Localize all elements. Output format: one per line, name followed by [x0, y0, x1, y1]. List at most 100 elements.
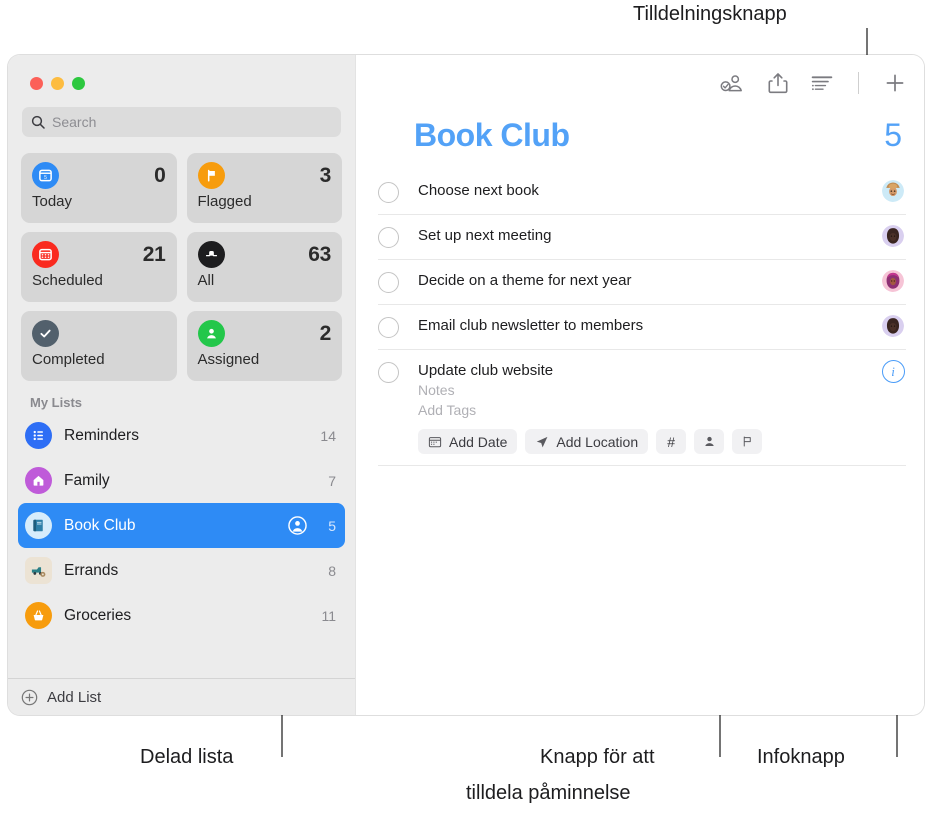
reminder-checkbox[interactable] — [378, 272, 399, 293]
avatar-dark-person-icon — [882, 315, 904, 337]
reminder-title: Email club newsletter to members — [418, 317, 644, 334]
page-title: Book Club — [414, 117, 570, 153]
reminder-checkbox[interactable] — [378, 182, 399, 203]
flag-outline-icon — [743, 436, 751, 447]
reminder-checkbox[interactable] — [378, 362, 399, 383]
search-field[interactable]: Search — [22, 107, 341, 137]
flag-icon — [197, 162, 225, 189]
sidebar-item-errands-count: 8 — [328, 562, 336, 579]
person-icon — [197, 320, 225, 347]
reminder-assignee[interactable] — [880, 270, 906, 292]
reminder-assignee[interactable] — [880, 180, 906, 202]
my-lists-header: My Lists — [30, 395, 83, 410]
sidebar-item-errands-label: Errands — [64, 561, 119, 579]
bullet-list-icon — [25, 422, 52, 449]
search-icon — [31, 115, 45, 129]
notes-field[interactable]: Notes — [418, 380, 880, 400]
annotation-info-button: Infoknapp — [757, 746, 845, 768]
sidebar-item-family-count: 7 — [328, 472, 336, 489]
smart-list-today[interactable]: 5 0 Today — [21, 153, 177, 223]
assign-toolbar-button[interactable] — [719, 72, 745, 94]
assign-reminder-button[interactable] — [694, 429, 725, 454]
reminder-title: Set up next meeting — [418, 227, 552, 244]
add-list-label: Add List — [47, 688, 102, 706]
annotation-shared-list: Delad lista — [140, 746, 234, 768]
annotation-assign-reminder-line2: tilldela påminnelse — [466, 782, 631, 804]
sidebar-item-groceries-label: Groceries — [64, 606, 132, 624]
flag-reminder-button[interactable] — [732, 429, 763, 454]
smart-list-scheduled-label: Scheduled — [32, 272, 103, 289]
smart-list-completed[interactable]: Completed — [21, 311, 177, 381]
main-content: Book Club 5 Choose next book Set up next… — [355, 55, 924, 715]
sidebar-item-family[interactable]: Family 7 — [18, 458, 345, 503]
smart-list-scheduled[interactable]: 21 Scheduled — [21, 232, 177, 302]
calendar-icon — [32, 241, 59, 268]
sidebar-item-reminders-label: Reminders — [64, 426, 139, 444]
sidebar-item-reminders[interactable]: Reminders 14 — [18, 413, 345, 458]
reminder-assignee[interactable] — [880, 315, 906, 337]
screenshot-root: Tilldelningsknapp Delad lista Knapp för … — [0, 0, 931, 814]
add-tag-button[interactable]: # — [656, 429, 687, 454]
add-reminder-button[interactable] — [884, 72, 906, 94]
smart-lists-grid: 5 0 Today 3 Flagged 21 Scheduled 63 All … — [21, 153, 342, 381]
smart-list-all[interactable]: 63 All — [186, 232, 342, 302]
reminder-info[interactable]: i — [880, 360, 906, 383]
user-lists: Reminders 14 Family 7 Book Club 5 Errand… — [8, 413, 355, 678]
smart-list-flagged[interactable]: 3 Flagged — [186, 153, 342, 223]
share-button[interactable] — [768, 72, 788, 94]
reminder-row[interactable]: Decide on a theme for next year — [378, 260, 906, 305]
toolbar-divider — [858, 72, 859, 94]
toolbar — [356, 55, 924, 111]
reminder-assignee[interactable] — [880, 225, 906, 247]
reminder-row-expanded[interactable]: Update club website Notes Add Tags Add D… — [378, 350, 906, 466]
add-date-label: Add Date — [449, 433, 508, 450]
reminder-checkbox[interactable] — [378, 227, 399, 248]
smart-list-today-count: 0 — [154, 163, 166, 187]
smart-list-all-count: 63 — [308, 242, 331, 266]
avatar-pink-person-icon — [882, 270, 904, 292]
book-icon — [25, 512, 52, 539]
smart-list-assigned[interactable]: 2 Assigned — [186, 311, 342, 381]
sidebar-item-book-club-label: Book Club — [64, 516, 136, 534]
add-list-button[interactable]: Add List — [8, 678, 355, 715]
checkmark-icon — [32, 320, 59, 347]
truck-icon — [25, 557, 52, 584]
smart-list-scheduled-count: 21 — [142, 242, 166, 266]
annotation-assign-reminder-line1: Knapp för att — [540, 746, 655, 768]
reminders-window: Search 5 0 Today 3 Flagged 21 Scheduled … — [8, 55, 924, 715]
sidebar-item-family-label: Family — [64, 471, 110, 489]
add-location-button[interactable]: Add Location — [525, 429, 649, 454]
sidebar-item-book-club[interactable]: Book Club 5 — [18, 503, 345, 548]
reminder-row[interactable]: Email club newsletter to members — [378, 305, 906, 350]
reminder-checkbox[interactable] — [378, 317, 399, 338]
smart-list-assigned-label: Assigned — [197, 351, 260, 368]
calendar-small-icon — [428, 436, 442, 447]
reminder-row[interactable]: Choose next book — [378, 170, 906, 215]
add-date-button[interactable]: Add Date — [418, 429, 518, 454]
person-small-icon — [704, 436, 714, 447]
svg-text:5: 5 — [44, 175, 47, 181]
sidebar-item-book-club-count: 5 — [328, 517, 336, 534]
smart-list-flagged-label: Flagged — [197, 193, 252, 210]
reminder-row[interactable]: Set up next meeting — [378, 215, 906, 260]
sidebar-item-errands[interactable]: Errands 8 — [18, 548, 345, 593]
zoom-button[interactable] — [72, 77, 85, 90]
tags-field[interactable]: Add Tags — [418, 400, 880, 420]
sidebar-item-groceries-count: 11 — [321, 607, 336, 624]
reminder-content: Choose next book — [418, 181, 880, 211]
shared-list-icon[interactable] — [288, 516, 307, 535]
plus-circle-icon — [21, 689, 38, 705]
reminder-content: Set up next meeting — [418, 226, 880, 256]
view-options-button[interactable] — [811, 73, 833, 93]
info-button[interactable]: i — [881, 360, 905, 383]
sidebar: Search 5 0 Today 3 Flagged 21 Scheduled … — [8, 55, 355, 715]
plus-icon — [886, 74, 904, 92]
minimize-button[interactable] — [51, 77, 64, 90]
sidebar-item-groceries[interactable]: Groceries 11 — [18, 593, 345, 638]
close-button[interactable] — [30, 77, 43, 90]
avatar-dark-person-icon — [882, 225, 904, 247]
smart-list-flagged-count: 3 — [319, 163, 332, 187]
reminders-list: Choose next book Set up next meeting Dec… — [356, 170, 924, 466]
add-location-label: Add Location — [556, 433, 639, 450]
window-controls — [8, 55, 355, 90]
